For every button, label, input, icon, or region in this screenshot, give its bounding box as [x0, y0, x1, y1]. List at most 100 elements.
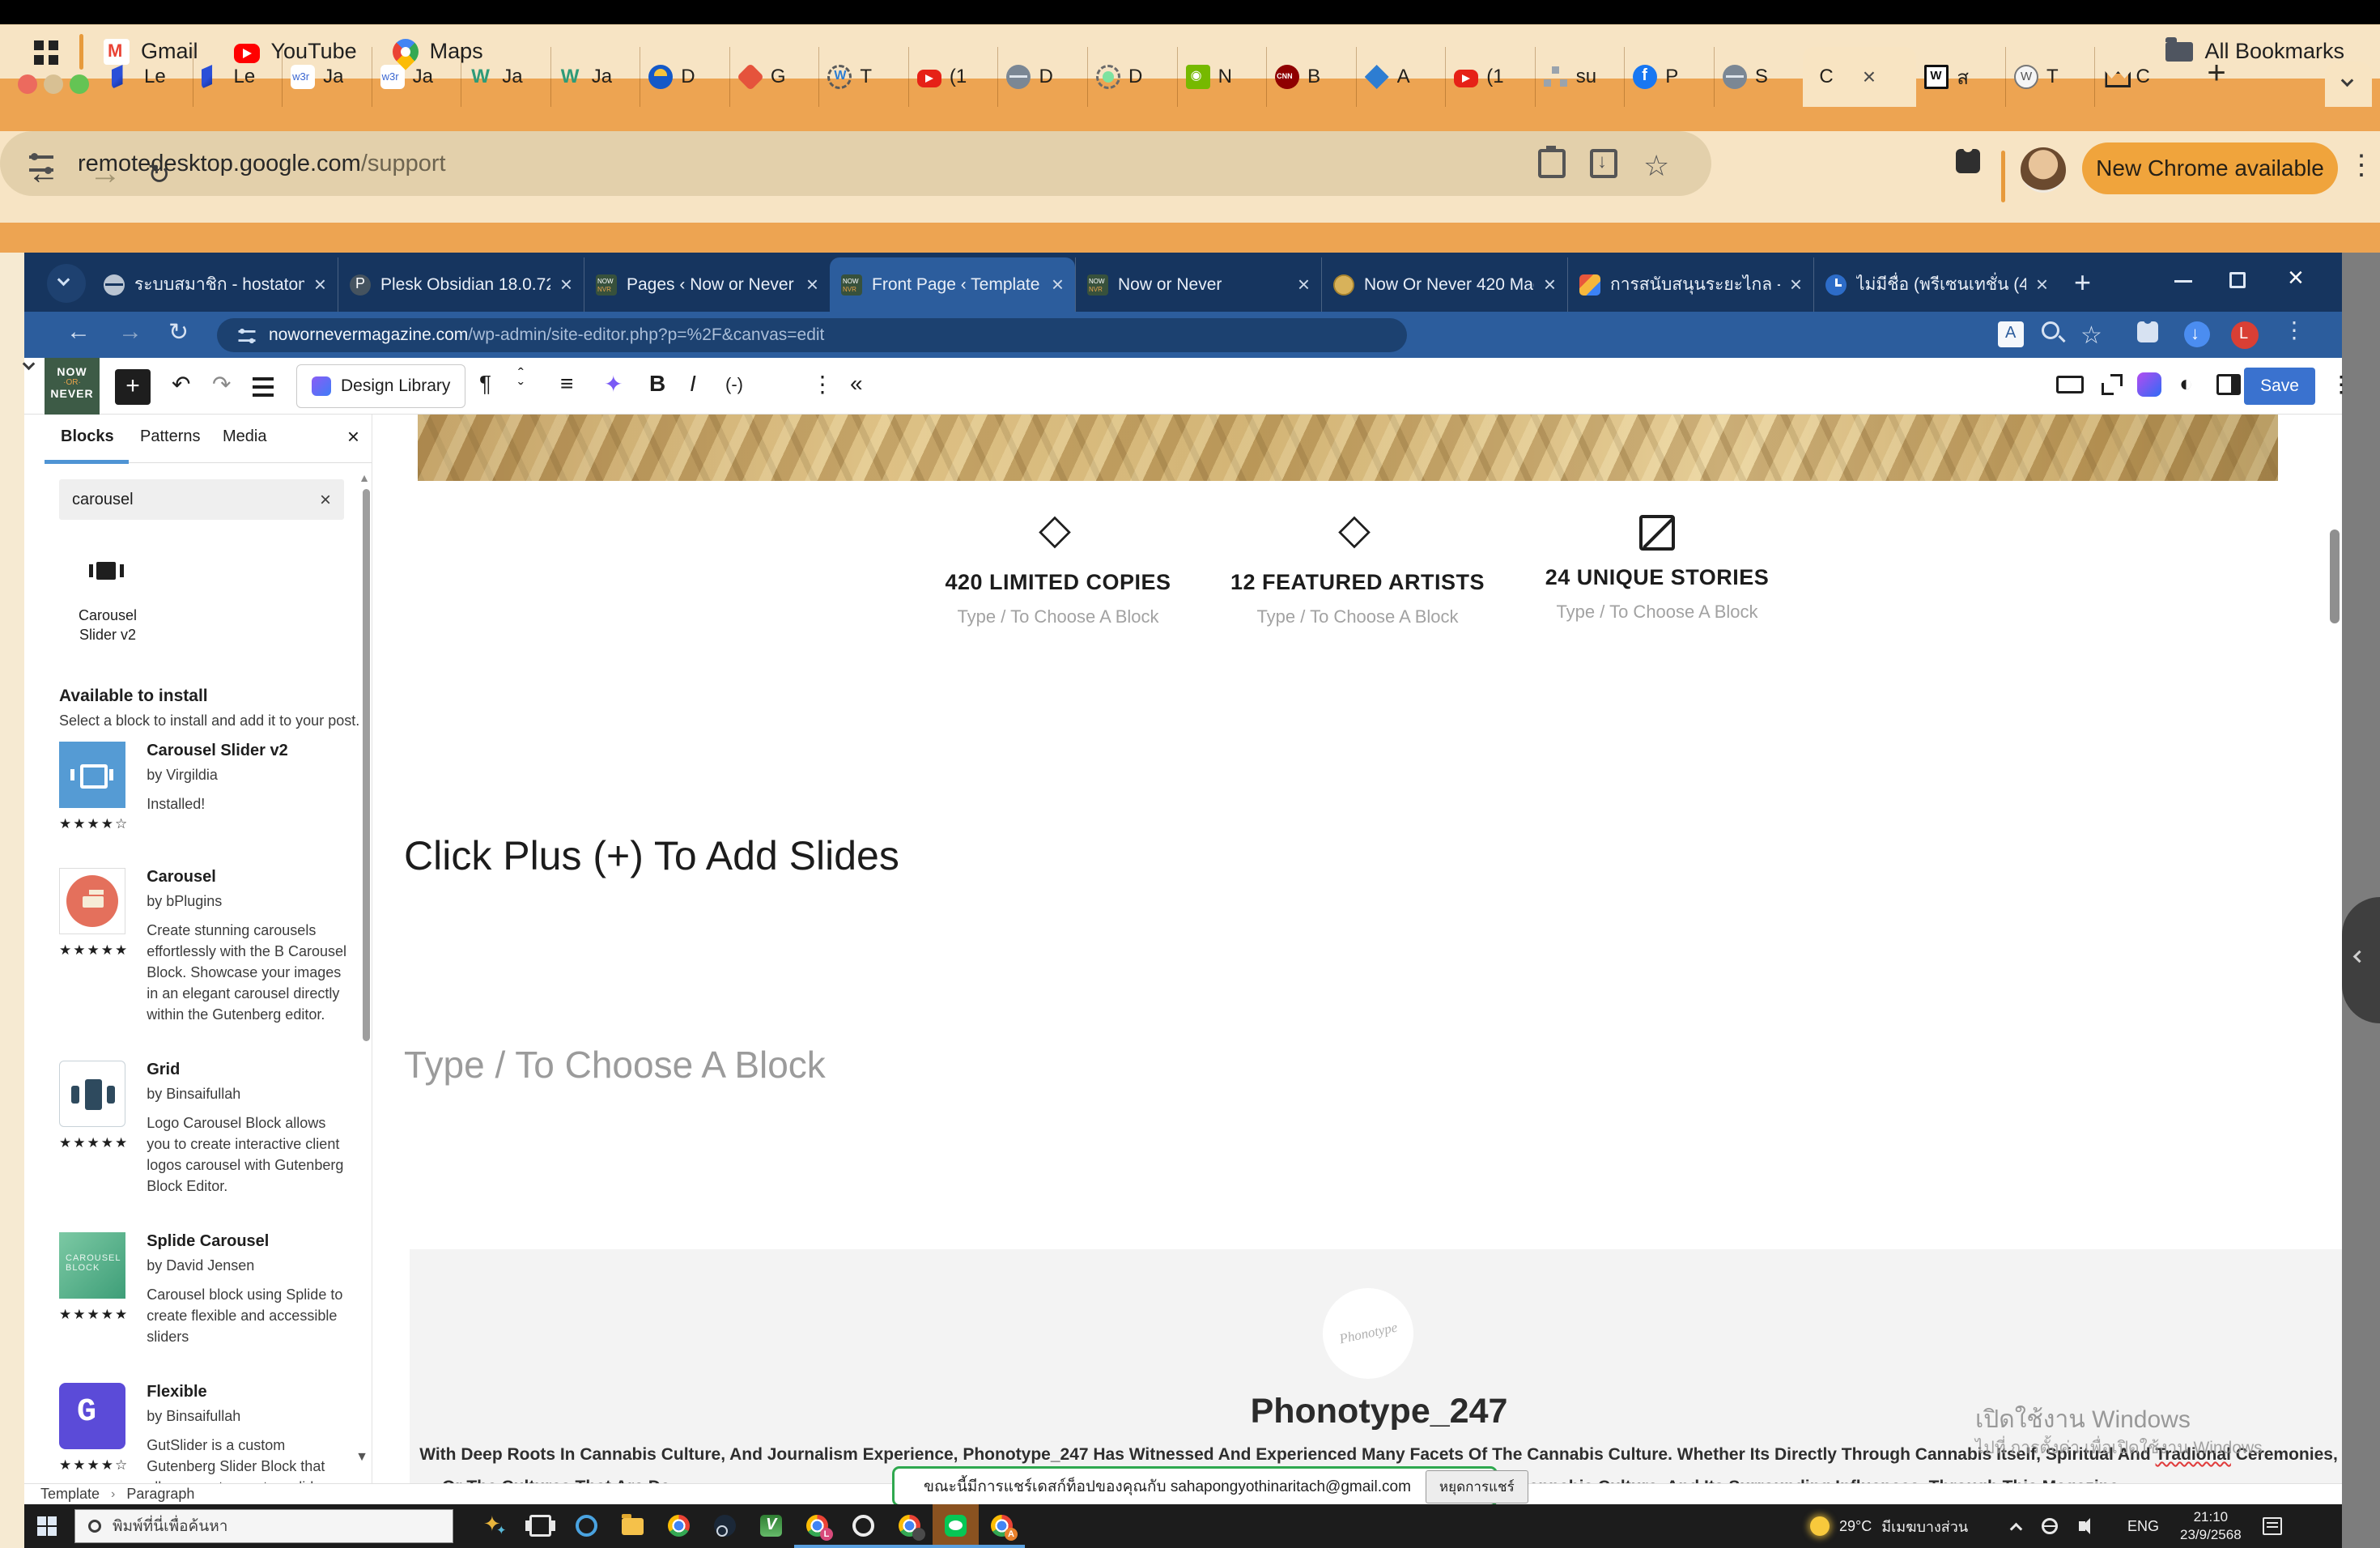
profile-avatar[interactable] [2231, 321, 2259, 349]
network-icon[interactable] [2042, 1518, 2058, 1534]
profile-avatar[interactable] [2021, 147, 2066, 193]
options-dots-icon[interactable] [811, 371, 834, 398]
stop-sharing-button[interactable]: หยุดการแชร์ [1426, 1470, 1528, 1503]
windows-browser-tab[interactable]: ระบบสมาชิก - hostatom [92, 257, 338, 312]
collapse-icon[interactable] [850, 371, 863, 397]
taskbar-app-icon[interactable] [979, 1504, 1025, 1548]
align-icon[interactable] [560, 371, 573, 397]
block-plugin-item[interactable]: ★★★★★ Splide Carousel by David Jensen Ca… [59, 1232, 363, 1347]
site-settings-icon[interactable] [29, 155, 53, 172]
undo-icon[interactable] [172, 371, 190, 398]
windows-browser-tab[interactable]: Now or Never [1075, 257, 1321, 312]
taskbar-app-icon[interactable] [748, 1504, 794, 1548]
block-type-hint[interactable]: Type / To Choose A Block [908, 606, 1208, 627]
mac-browser-tab[interactable]: G [729, 47, 819, 107]
block-plugin-item[interactable]: ★★★★☆ Carousel Slider v2 by Virgildia In… [59, 742, 363, 832]
taskbar-weather[interactable]: 29°C มีเมฆบางส่วน [1810, 1504, 1968, 1548]
chrome-update-button[interactable]: New Chrome available [2082, 142, 2338, 194]
close-icon[interactable]: × [2288, 262, 2304, 294]
mac-browser-tab[interactable]: D [997, 47, 1087, 107]
taskbar-app-icon[interactable] [656, 1504, 702, 1548]
maximize-icon[interactable] [2229, 272, 2246, 288]
speaker-icon[interactable] [2079, 1521, 2085, 1531]
close-icon[interactable]: × [347, 424, 359, 449]
mac-browser-tab[interactable]: S [1714, 47, 1804, 107]
taskbar-app-icon[interactable] [886, 1504, 933, 1548]
taskbar-app-icon[interactable] [517, 1504, 563, 1548]
chevron-down-icon[interactable] [23, 358, 36, 371]
more-menu-icon[interactable] [2330, 371, 2352, 398]
mac-browser-tab[interactable]: su [1535, 47, 1625, 107]
forward-icon[interactable]: → [89, 155, 121, 192]
new-tab-button[interactable]: + [2074, 266, 2091, 300]
carousel-block-icon[interactable] [96, 562, 116, 580]
clock[interactable]: 21:10 23/9/2568 [2180, 1508, 2242, 1544]
block-inserter-button[interactable]: + [115, 369, 151, 405]
start-button-icon[interactable] [37, 1516, 46, 1525]
mac-browser-tab[interactable]: D [1087, 47, 1177, 107]
breadcrumb[interactable]: Template › Paragraph [40, 1486, 194, 1503]
preview-desktop-icon[interactable] [2056, 376, 2084, 393]
add-slides-heading[interactable]: Click Plus (+) To Add Slides [404, 832, 899, 879]
mac-browser-tab[interactable]: B [1266, 47, 1356, 107]
close-traffic-light[interactable] [18, 74, 37, 94]
taskbar-search[interactable]: พิมพ์ที่นี่เพื่อค้นหา [74, 1509, 453, 1543]
taskbar-app-icon[interactable] [563, 1504, 610, 1548]
taskbar-app-icon[interactable] [702, 1504, 748, 1548]
empty-block-placeholder[interactable]: Type / To Choose A Block [404, 1043, 826, 1087]
windows-browser-tab[interactable]: ไม่มีชื่อ (พรีเซนเทชั่น (4:3)) - [1813, 257, 2059, 312]
mac-browser-tab[interactable]: C [1803, 47, 1916, 107]
mac-browser-tab[interactable]: Ja [550, 47, 640, 107]
phonotype-logo[interactable]: Phonotype [1323, 1288, 1413, 1379]
mac-browser-tab[interactable]: N [1177, 47, 1267, 107]
paragraph-icon[interactable] [479, 371, 491, 397]
bookmark-item[interactable]: Maps [393, 39, 483, 65]
contrast-icon[interactable] [2179, 371, 2193, 397]
hero-image[interactable] [418, 415, 2278, 481]
move-up-down-icon[interactable] [518, 368, 524, 397]
extensions-icon[interactable] [2137, 321, 2158, 342]
taskbar-app-icon[interactable] [610, 1504, 656, 1548]
mac-browser-tab[interactable]: A [1356, 47, 1446, 107]
reload-icon[interactable]: ↻ [147, 159, 171, 191]
block-type-hint[interactable]: Type / To Choose A Block [1208, 606, 1507, 627]
translate-icon[interactable] [1998, 321, 2024, 347]
block-plugin-item[interactable]: ★★★★☆ Flexible by Binsaifullah GutSlider… [59, 1383, 363, 1487]
link-icon[interactable] [725, 374, 743, 395]
scroll-up-arrow-icon[interactable]: ▲ [359, 471, 370, 484]
install-icon[interactable] [1590, 149, 1617, 178]
reload-icon[interactable]: ↻ [168, 318, 189, 347]
list-view-icon[interactable] [253, 377, 274, 381]
windows-browser-tab[interactable]: Now Or Never 420 Maga... [1321, 257, 1567, 312]
hidden-icons-chevron-icon[interactable] [2010, 1522, 2023, 1535]
mac-browser-tab[interactable]: T [2005, 47, 2095, 107]
menu-dots-icon[interactable]: ⋮ [2283, 317, 2309, 342]
tab-media[interactable]: Media [223, 427, 266, 446]
fullscreen-icon[interactable] [2102, 374, 2123, 395]
block-plugin-item[interactable]: ★★★★★ Grid by Binsaifullah Logo Carousel… [59, 1061, 363, 1197]
mac-browser-tab[interactable]: (1 [908, 47, 998, 107]
bookmark-item[interactable]: YouTube [234, 39, 357, 64]
minimize-icon[interactable] [2174, 280, 2192, 283]
zoom-icon[interactable] [2042, 321, 2059, 339]
design-library-button[interactable]: Design Library [296, 364, 465, 408]
save-button[interactable]: Save [2244, 368, 2315, 405]
windows-browser-tab[interactable]: การสนับสนุนระยะไกล - Chro... [1567, 257, 1813, 312]
mac-browser-tab[interactable]: D [640, 47, 729, 107]
tab-patterns[interactable]: Patterns [140, 427, 200, 446]
taskbar-app-icon[interactable] [794, 1504, 840, 1548]
site-logo[interactable]: NOW ·OR· NEVER [45, 358, 100, 415]
menu-dots-icon[interactable]: ⋮ [2348, 149, 2375, 181]
italic-icon[interactable] [690, 371, 696, 397]
action-center-icon[interactable] [2263, 1517, 2282, 1535]
taskbar-app-icon[interactable] [840, 1504, 886, 1548]
mac-browser-tab[interactable]: P [1624, 47, 1714, 107]
tab-search-button[interactable] [47, 264, 86, 303]
extensions-icon[interactable] [1956, 149, 1980, 173]
all-bookmarks-button[interactable]: All Bookmarks [2165, 24, 2344, 79]
taskbar-app-icon[interactable] [471, 1504, 517, 1548]
address-bar[interactable]: nowornevermagazine.com /wp-admin/site-ed… [217, 318, 1407, 352]
sidebar-scrollbar[interactable] [363, 489, 370, 1041]
windows-browser-tab[interactable]: Plesk Obsidian 18.0.72 [338, 257, 584, 312]
bold-icon[interactable] [649, 371, 665, 397]
